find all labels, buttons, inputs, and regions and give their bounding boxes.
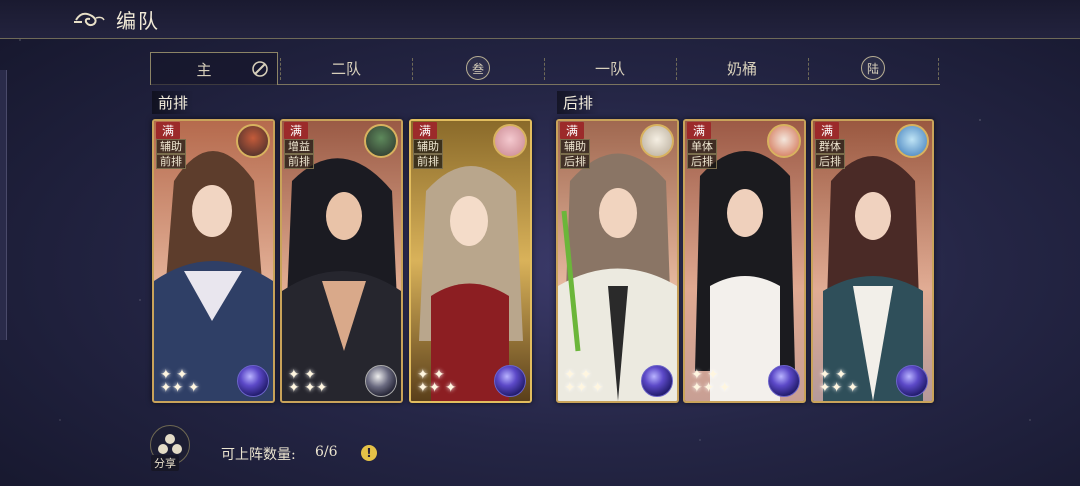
star-rating-icon: ✦ ✦ ✦✦ ✦: [564, 367, 604, 396]
top-bar: 编队: [0, 0, 1080, 39]
violet-orb-icon[interactable]: [494, 365, 526, 397]
max-level-badge: 满: [560, 122, 585, 139]
tab-divider: [280, 58, 281, 80]
max-level-badge: 满: [284, 122, 309, 139]
side-panel-edge[interactable]: [0, 70, 7, 340]
tab-divider: [412, 58, 413, 80]
star-rating-icon: ✦ ✦ ✦✦ ✦: [819, 367, 859, 396]
sheep-pet-icon[interactable]: [640, 124, 674, 158]
tab-team-healer[interactable]: 奶桶: [678, 52, 806, 84]
front-row-label: 前排: [152, 91, 195, 114]
role-tag: 增益: [284, 139, 314, 154]
character-card[interactable]: 满 增益 前排 ✦ ✦ ✦ ✦✦: [280, 119, 403, 403]
tab-team-2[interactable]: 二队: [282, 52, 410, 84]
tab-divider: [544, 58, 545, 80]
tab-main[interactable]: 主: [150, 52, 278, 85]
edit-pencil-icon[interactable]: [251, 60, 269, 78]
rooster-pet-icon[interactable]: [236, 124, 270, 158]
tab-team-1[interactable]: 一队: [546, 52, 674, 84]
character-card[interactable]: 满 群体 后排 ✦ ✦ ✦✦ ✦: [811, 119, 934, 403]
rooster-pet-icon[interactable]: [364, 124, 398, 158]
fish-pet-icon[interactable]: [895, 124, 929, 158]
role-tag: 辅助: [413, 139, 443, 154]
tab-label: 奶桶: [726, 59, 757, 78]
violet-orb-icon[interactable]: [768, 365, 800, 397]
deploy-count-value: 6/6: [315, 444, 338, 460]
share-label[interactable]: 分享: [151, 455, 179, 471]
position-tag: 前排: [413, 154, 443, 169]
role-tag: 单体: [687, 139, 717, 154]
info-icon[interactable]: !: [361, 445, 377, 461]
star-rating-icon: ✦ ✦ ✦✦ ✦: [417, 367, 457, 396]
back-row-label: 后排: [557, 91, 600, 114]
star-rating-icon: ✦ ✦ ✦ ✦✦: [288, 367, 328, 396]
planet-orb-icon[interactable]: [365, 365, 397, 397]
violet-orb-icon[interactable]: [237, 365, 269, 397]
tab-divider: [676, 58, 677, 80]
tab-team-3[interactable]: 叁: [414, 52, 542, 84]
position-tag: 后排: [560, 154, 590, 169]
koi-pet-icon[interactable]: [767, 124, 801, 158]
max-level-badge: 满: [156, 122, 181, 139]
position-tag: 前排: [284, 154, 314, 169]
tab-divider: [938, 58, 939, 80]
team-tabs: 主 二队 叁 一队 奶桶 陆: [150, 52, 940, 85]
tab-divider: [808, 58, 809, 80]
position-tag: 后排: [687, 154, 717, 169]
violet-orb-icon[interactable]: [641, 365, 673, 397]
role-tag: 群体: [815, 139, 845, 154]
character-card[interactable]: 满 辅助 前排 ✦ ✦ ✦✦ ✦: [152, 119, 275, 403]
tab-label: 二队: [330, 59, 361, 78]
tab-team-6[interactable]: 陆: [810, 52, 936, 84]
max-level-badge: 满: [687, 122, 712, 139]
page-title: 编队: [116, 9, 160, 33]
role-tag: 辅助: [156, 139, 186, 154]
violet-orb-icon[interactable]: [896, 365, 928, 397]
character-card[interactable]: 满 辅助 后排 ✦ ✦ ✦✦ ✦: [556, 119, 679, 403]
position-tag: 前排: [156, 154, 186, 169]
role-tag: 辅助: [560, 139, 590, 154]
tab-seal-label: 叁: [466, 56, 490, 80]
max-level-badge: 满: [413, 122, 438, 139]
cloud-swirl-back-icon[interactable]: [72, 8, 106, 30]
character-card[interactable]: 满 单体 后排 ✦ ✦ ✦✦ ✦: [683, 119, 806, 403]
character-card[interactable]: 满 辅助 前排 ✦ ✦ ✦✦ ✦: [409, 119, 532, 403]
tab-label: 主: [196, 60, 212, 79]
star-rating-icon: ✦ ✦ ✦✦ ✦: [160, 367, 200, 396]
max-level-badge: 满: [815, 122, 840, 139]
position-tag: 后排: [815, 154, 845, 169]
tab-label: 一队: [594, 59, 625, 78]
pig-pet-icon[interactable]: [493, 124, 527, 158]
tab-seal-label: 陆: [861, 56, 885, 80]
deploy-count-label: 可上阵数量:: [221, 447, 296, 463]
star-rating-icon: ✦ ✦ ✦✦ ✦: [691, 367, 731, 396]
